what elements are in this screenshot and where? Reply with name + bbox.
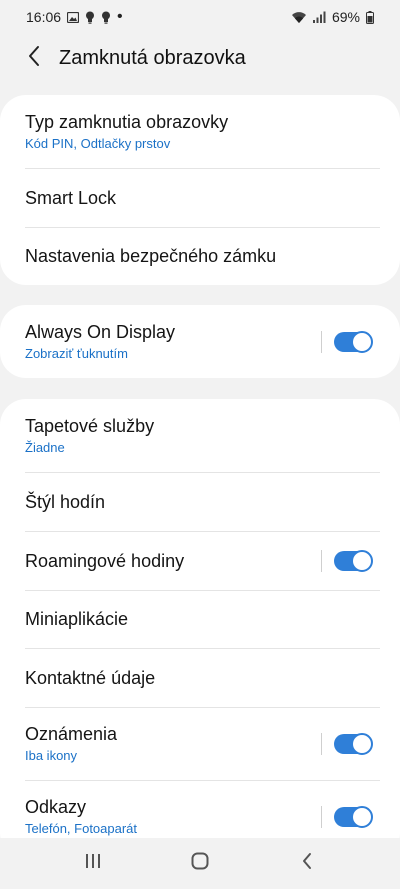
home-icon bbox=[191, 852, 209, 875]
navigation-bar bbox=[0, 838, 400, 889]
row-title: Miniaplikácie bbox=[25, 609, 129, 629]
toggle-wrap bbox=[321, 732, 373, 755]
chevron-left-icon bbox=[27, 45, 41, 72]
roaming-clock-toggle-switch[interactable] bbox=[334, 549, 373, 572]
toggle-knob bbox=[351, 732, 373, 755]
shortcuts-toggle-switch[interactable] bbox=[334, 805, 373, 828]
battery-percentage: 69% bbox=[331, 9, 360, 25]
row-subtitle: Zobraziť ťuknutím bbox=[25, 345, 128, 361]
row-smart-lock[interactable]: Smart Lock bbox=[0, 168, 400, 227]
row-title: Roamingové hodiny bbox=[25, 550, 185, 571]
toggle-divider bbox=[321, 549, 322, 572]
page-title: Zamknutá obrazovka bbox=[59, 46, 246, 69]
toggle-knob bbox=[351, 549, 373, 572]
status-right: 69% bbox=[291, 9, 374, 25]
aod-toggle-switch[interactable] bbox=[334, 330, 373, 353]
toggle-wrap bbox=[321, 330, 373, 353]
row-notifications[interactable]: Oznámenia Iba ikony bbox=[0, 707, 400, 780]
row-title: Kontaktné údaje bbox=[25, 667, 156, 688]
row-title: Nastavenia bezpečného zámku bbox=[25, 246, 277, 266]
status-bar: 16:06 • 69% bbox=[0, 0, 400, 34]
toggle-divider bbox=[321, 805, 322, 828]
battery-charging-icon bbox=[366, 10, 374, 24]
nav-back-icon bbox=[301, 852, 313, 875]
status-left: 16:06 • bbox=[26, 8, 123, 26]
toggle-wrap bbox=[321, 549, 373, 572]
row-wallpaper-services[interactable]: Tapetové služby Žiadne bbox=[0, 399, 400, 472]
recents-icon bbox=[84, 853, 102, 874]
row-title: Tapetové služby bbox=[25, 415, 155, 436]
row-roaming-clock[interactable]: Roamingové hodiny bbox=[0, 531, 400, 590]
notifications-toggle-switch[interactable] bbox=[334, 732, 373, 755]
toggle-divider bbox=[321, 330, 322, 353]
row-title: Oznámenia bbox=[25, 723, 118, 744]
wifi-icon bbox=[291, 11, 307, 24]
row-subtitle: Telefón, Fotoaparát bbox=[25, 820, 138, 836]
row-screen-lock-type[interactable]: Typ zamknutia obrazovky Kód PIN, Odtlačk… bbox=[0, 95, 400, 168]
gallery-notification-icon bbox=[67, 11, 80, 23]
row-title: Štýl hodín bbox=[25, 491, 106, 512]
row-title: Odkazy bbox=[25, 796, 87, 817]
row-title: Typ zamknutia obrazovky bbox=[25, 111, 229, 132]
nav-back-button[interactable] bbox=[277, 842, 337, 886]
bulb-notification-icon bbox=[85, 11, 95, 24]
app-bar: Zamknutá obrazovka bbox=[0, 34, 400, 82]
bulb-notification-icon bbox=[101, 11, 111, 24]
more-notifications-dot: • bbox=[117, 8, 123, 25]
row-secure-lock-settings[interactable]: Nastavenia bezpečného zámku bbox=[0, 227, 400, 285]
row-subtitle: Iba ikony bbox=[25, 747, 78, 763]
row-subtitle: Kód PIN, Odtlačky prstov bbox=[25, 135, 171, 151]
settings-group-customization: Tapetové služby Žiadne Štýl hodín Roamin… bbox=[0, 399, 400, 859]
settings-group-lock-type: Typ zamknutia obrazovky Kód PIN, Odtlačk… bbox=[0, 95, 400, 285]
row-title: Always On Display bbox=[25, 321, 176, 342]
settings-group-aod: Always On Display Zobraziť ťuknutím bbox=[0, 305, 400, 378]
home-button[interactable] bbox=[170, 842, 230, 886]
row-contact-information[interactable]: Kontaktné údaje bbox=[0, 648, 400, 707]
toggle-divider bbox=[321, 732, 322, 755]
row-subtitle: Žiadne bbox=[25, 439, 65, 455]
toggle-knob bbox=[351, 330, 373, 353]
row-title: Smart Lock bbox=[25, 187, 117, 208]
recents-button[interactable] bbox=[63, 842, 123, 886]
row-always-on-display[interactable]: Always On Display Zobraziť ťuknutím bbox=[0, 305, 400, 378]
toggle-wrap bbox=[321, 805, 373, 828]
signal-icon bbox=[312, 11, 326, 23]
toggle-knob bbox=[351, 805, 373, 828]
row-widgets[interactable]: Miniaplikácie bbox=[0, 590, 400, 648]
back-button[interactable] bbox=[10, 34, 58, 82]
status-time: 16:06 bbox=[26, 9, 62, 25]
row-clock-style[interactable]: Štýl hodín bbox=[0, 472, 400, 531]
